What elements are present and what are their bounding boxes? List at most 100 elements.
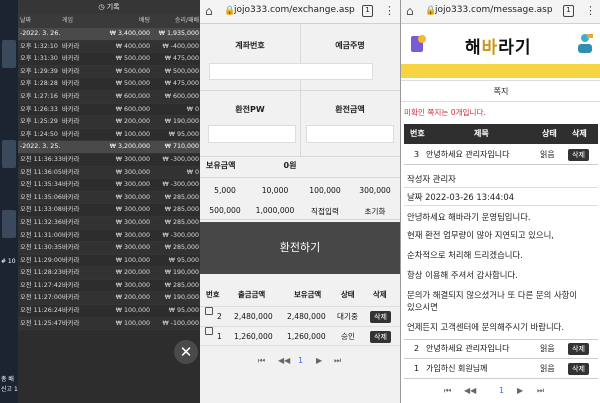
row-game: 바카라: [62, 105, 80, 113]
history-row: 오전 11:28:23 바카라 ₩ 200,000 ₩ 190,000: [18, 267, 200, 280]
message-row[interactable]: 2 안녕하세요 관리자입니다 읽음 삭제: [404, 340, 598, 358]
row-bet: ₩ 200,000: [115, 118, 150, 126]
pager-next[interactable]: ▶: [517, 386, 523, 395]
message-body-line: 안녕하세요 해바라기 운영팀입니다.: [407, 212, 531, 222]
row-game: 바카라: [62, 269, 80, 277]
user-icon[interactable]: [575, 32, 595, 54]
history-row: 오전 11:35:06 바카라 ₩ 300,000 ₩ 285,000: [18, 191, 200, 205]
row-bet: ₩ 100,000: [115, 307, 150, 315]
row-time: 오전 11:33:08: [20, 206, 62, 214]
pager-prev[interactable]: ◀◀: [464, 386, 476, 395]
account-input[interactable]: [209, 63, 373, 80]
site-logo[interactable]: 해바라기: [465, 33, 532, 58]
account-label: 계좌번호: [235, 41, 265, 50]
history-row: 오후 1:24:50 바카라 ₩ 100,000 ₩ 95,000: [18, 129, 200, 142]
history-panel: # 10 총 배 신고 1 ◷ 기록 날짜 게임 배팅 승리/패배 -2022.…: [0, 0, 200, 403]
row-no: 2: [217, 312, 222, 321]
row-title[interactable]: 안녕하세요 관리자입니다: [426, 340, 510, 358]
row-withdraw: 2,480,000: [234, 312, 273, 321]
history-rows[interactable]: -2022. 3. 26. ₩ 3,400,000 ₩ 1,935,000 오후 1:…: [18, 28, 200, 331]
amount-button[interactable]: 100,000: [300, 186, 350, 195]
pager-prev[interactable]: ◀◀: [278, 356, 290, 365]
close-icon[interactable]: ✕: [174, 340, 198, 364]
home-icon[interactable]: ⌂: [205, 4, 213, 18]
row-winloss: ₩ 0: [186, 168, 199, 176]
row-bet: ₩ 100,000: [115, 256, 150, 264]
row-bet: ₩ 600,000: [115, 92, 150, 100]
delete-button[interactable]: 삭제: [370, 311, 391, 323]
history-header: ◷ 기록: [18, 0, 200, 14]
row-time: 오전 11:36:05: [20, 168, 62, 176]
row-title[interactable]: 가입하신 회원님께: [426, 360, 487, 378]
amount-button[interactable]: 300,000: [350, 186, 400, 195]
history-date-row: -2022. 3. 25. ₩ 3,200,000 ₩ 710,000: [18, 141, 200, 154]
row-game: 바카라: [62, 181, 80, 189]
col-no: 번호: [410, 129, 425, 138]
row-game: 바카라: [62, 55, 80, 63]
amount-button[interactable]: 500,000: [200, 206, 250, 215]
row-bet: ₩ 500,000: [115, 67, 150, 75]
row-winloss: ₩ 0: [186, 105, 199, 113]
pager-next[interactable]: ▶: [316, 356, 322, 365]
side-thumb: [2, 40, 16, 68]
row-winloss: ₩ -400,000: [162, 42, 199, 50]
pager-current[interactable]: 1: [298, 356, 303, 365]
pager-first[interactable]: ⏮: [444, 386, 451, 396]
pager-first[interactable]: ⏮: [258, 356, 265, 366]
url-field[interactable]: jojo333.com/message.asp: [435, 5, 553, 15]
col-title: 제목: [474, 129, 489, 138]
row-bet: ₩ 300,000: [115, 155, 150, 163]
coin-stack-icon[interactable]: [409, 32, 427, 54]
screenshot-root: # 10 총 배 신고 1 ◷ 기록 날짜 게임 배팅 승리/패배 -2022.…: [0, 0, 600, 403]
row-no: 1: [217, 332, 222, 341]
history-row: 오전 11:27:00 바카라 ₩ 200,000 ₩ 190,000: [18, 292, 200, 306]
history-row: 오전 11:25:47 바카라 ₩ 100,000 ₩ -100,000: [18, 317, 200, 331]
delete-button[interactable]: 삭제: [568, 363, 589, 375]
col-holding: 보유금액: [294, 290, 322, 299]
amount-button[interactable]: 5,000: [200, 186, 250, 195]
pager-last[interactable]: ⏭: [537, 386, 544, 396]
history-row: 오후 1:29:39 바카라 ₩ 500,000 ₩ 500,000: [18, 65, 200, 79]
menu-strip: [401, 64, 600, 78]
message-row[interactable]: 3 안녕하세요 관리자입니다 읽음 삭제: [404, 146, 598, 164]
site-header: 해바라기: [401, 24, 600, 64]
menu-icon[interactable]: ⋮: [585, 4, 596, 17]
tab-count-icon[interactable]: 1: [362, 5, 373, 17]
row-game: 바카라: [62, 92, 80, 100]
message-row[interactable]: 1 가입하신 회원님께 읽음 삭제: [404, 360, 598, 378]
row-title[interactable]: 안녕하세요 관리자입니다: [426, 146, 510, 164]
row-holding: 2,480,000: [287, 312, 326, 321]
home-icon[interactable]: ⌂: [406, 4, 414, 18]
url-field[interactable]: jojo333.com/exchange.asp: [234, 5, 355, 15]
message-body-line: 있으시면: [407, 302, 438, 312]
row-winloss: ₩ 285,000: [164, 193, 199, 201]
row-time: 오전 11:27:42: [20, 281, 62, 289]
exchange-submit-button[interactable]: 환전하기: [200, 222, 400, 274]
amount-button[interactable]: 초기화: [350, 206, 400, 217]
row-winloss: ₩ 190,000: [164, 118, 199, 126]
row-winloss: ₩ 95,000: [168, 130, 199, 138]
pw-input[interactable]: [208, 125, 296, 143]
amount-button[interactable]: 직접입력: [300, 206, 350, 217]
message-date: 날짜 2022-03-26 13:44:04: [407, 192, 515, 202]
delete-button[interactable]: 삭제: [568, 343, 589, 355]
amount-input[interactable]: [306, 125, 394, 143]
pager-current[interactable]: 1: [499, 386, 504, 395]
side-strip: # 10 총 배 신고 1: [0, 0, 18, 403]
amount-button[interactable]: 10,000: [250, 186, 300, 195]
message-detail: 작성자 관리자 날짜 2022-03-26 13:44:04 안녕하세요 해바라…: [404, 164, 598, 340]
message-table-header: 번호 제목 상태 삭제: [404, 124, 598, 144]
delete-button[interactable]: 삭제: [370, 331, 391, 343]
side-thumb: [2, 210, 16, 238]
tab-count-icon[interactable]: 1: [563, 5, 574, 17]
row-time: 오전 11:25:47: [20, 319, 62, 327]
menu-icon[interactable]: ⋮: [384, 4, 395, 17]
message-author: 작성자 관리자: [407, 174, 456, 184]
table-row: 2 2,480,000 2,480,000 대기중 삭제: [200, 306, 400, 326]
row-game: 바카라: [62, 67, 80, 75]
pager-last[interactable]: ⏭: [334, 356, 341, 366]
amount-button[interactable]: 1,000,000: [250, 206, 300, 215]
delete-button[interactable]: 삭제: [568, 149, 589, 161]
history-row: 오전 11:35:34 바카라 ₩ 300,000 ₩ -300,000: [18, 179, 200, 192]
row-winloss: ₩ -100,000: [162, 319, 199, 327]
